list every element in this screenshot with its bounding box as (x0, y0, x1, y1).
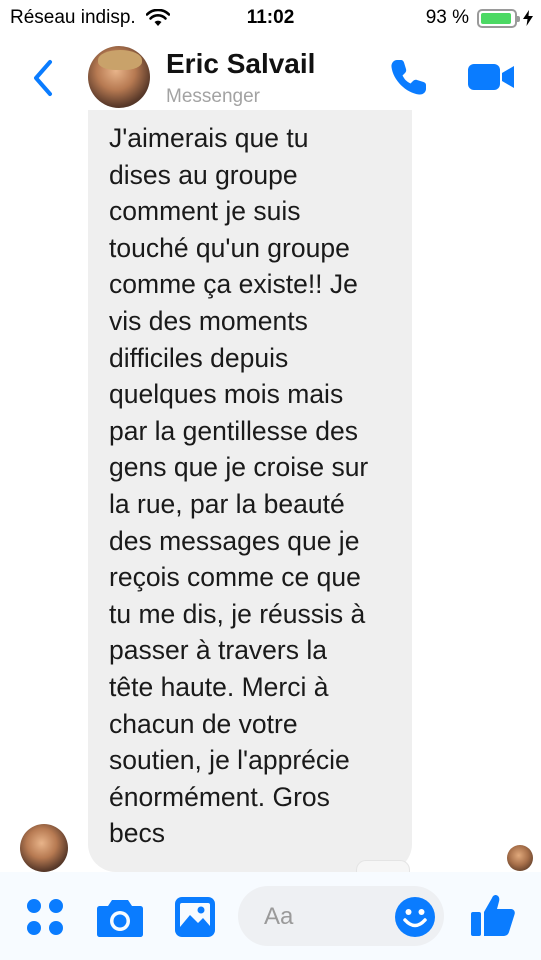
video-camera-icon[interactable] (466, 58, 516, 96)
message-text: J'aimerais que tu dises au groupe commen… (109, 123, 369, 849)
phone-icon[interactable] (388, 56, 430, 98)
contact-avatar[interactable] (88, 46, 150, 108)
message-input-placeholder: Aa (264, 903, 294, 930)
photo-icon[interactable] (174, 896, 216, 938)
emoji-icon[interactable] (394, 896, 436, 938)
thumbs-up-icon[interactable] (470, 892, 516, 938)
battery-fill (481, 12, 511, 24)
charging-bolt-icon (523, 10, 533, 26)
composer-bar: Aa (0, 872, 541, 960)
sender-avatar[interactable] (20, 824, 68, 872)
read-receipt-avatar (507, 845, 533, 871)
back-chevron-icon[interactable] (28, 58, 58, 98)
four-dots-icon[interactable] (24, 896, 66, 938)
battery-percent: 93 % (425, 7, 469, 28)
conversation-header: Eric Salvail Messenger (0, 36, 541, 120)
contact-subtitle: Messenger (166, 86, 260, 107)
contact-name[interactable]: Eric Salvail (166, 48, 315, 80)
status-bar: Réseau indisp. 11:02 93 % (0, 0, 541, 36)
camera-icon[interactable] (96, 896, 144, 938)
battery-icon (477, 8, 520, 28)
incoming-message-bubble[interactable]: J'aimerais que tu dises au groupe commen… (88, 110, 412, 872)
battery-group: 93 % (426, 7, 533, 29)
